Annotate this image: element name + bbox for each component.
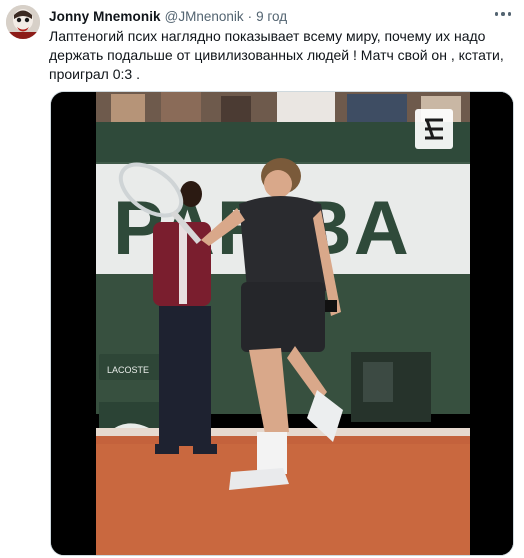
- more-dots-icon: [494, 12, 499, 16]
- more-options-button[interactable]: [492, 7, 514, 21]
- separator-dot: ·: [247, 8, 253, 24]
- more-dot: [507, 12, 512, 16]
- author-handle[interactable]: @JMnenonik: [165, 9, 244, 24]
- tweet-media-video[interactable]: PARIBA LACOSTE: [50, 91, 514, 556]
- tweet[interactable]: Jonny Mnemonik @JMnenonik · 9 год Лаптен…: [0, 0, 524, 558]
- avatar[interactable]: [6, 5, 40, 39]
- more-dot: [501, 12, 505, 16]
- timestamp[interactable]: 9 год: [256, 9, 287, 24]
- sponsor-text: LACOSTE: [107, 365, 149, 375]
- video-scene: PARIBA LACOSTE: [96, 92, 513, 555]
- tweet-text: Лаптеногий псих наглядно показывает всем…: [49, 28, 504, 82]
- author-name[interactable]: Jonny Mnemonik: [49, 9, 161, 24]
- avatar-image: [6, 5, 40, 39]
- video-frame: PARIBA LACOSTE: [51, 92, 513, 555]
- tweet-header: Jonny Mnemonik @JMnenonik · 9 год: [49, 7, 498, 25]
